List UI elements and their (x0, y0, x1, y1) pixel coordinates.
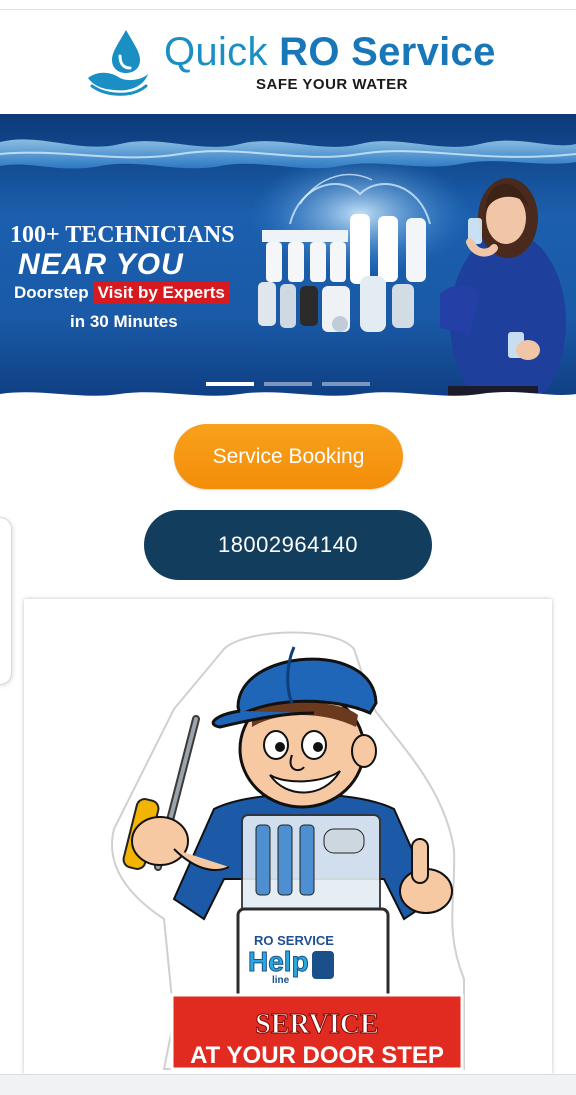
carousel-indicators (206, 382, 376, 388)
hero-carousel[interactable]: 100+ TECHNICIANS NEAR YOU Doorstep Visit … (0, 114, 576, 404)
service-booking-button[interactable]: Service Booking (174, 424, 403, 489)
banner-doorstep-line: Doorstep Visit by Experts (14, 282, 230, 304)
carousel-dot-1[interactable] (206, 382, 254, 386)
banner-subheadline: NEAR YOU (18, 248, 184, 281)
logo-tagline: SAFE YOUR WATER (256, 76, 408, 93)
site-header: Quick RO Service SAFE YOUR WATER (0, 10, 576, 114)
visit-highlight-badge: Visit by Experts (92, 282, 230, 304)
side-drawer-tab[interactable] (0, 517, 12, 685)
card-banner-line2: AT YOUR DOOR STEP (190, 1042, 444, 1069)
site-logo[interactable]: Quick RO Service SAFE YOUR WATER (84, 26, 496, 98)
technician-mascot-illustration: RO SERVICE Help line SERVICE AT YOUR DOO… (111, 631, 465, 1071)
badge-brand-sub: line (272, 975, 290, 986)
water-hand-logo-icon (88, 30, 148, 96)
badge-brand-main: Help (248, 946, 309, 977)
carousel-dot-3[interactable] (322, 382, 370, 386)
banner-headline: 100+ TECHNICIANS (10, 222, 235, 248)
doorstep-prefix: Doorstep (14, 283, 89, 302)
card-banner-line1: SERVICE (255, 1009, 379, 1040)
bottom-system-bar (0, 1074, 576, 1095)
carousel-dot-2[interactable] (264, 382, 312, 386)
call-phone-button[interactable]: 18002964140 (144, 510, 432, 580)
banner-time-line: in 30 Minutes (70, 312, 178, 331)
status-bar-edge (0, 0, 576, 10)
mascot-promo-card: RO SERVICE Help line SERVICE AT YOUR DOO… (24, 599, 552, 1074)
logo-title: Quick RO Service (164, 30, 496, 74)
